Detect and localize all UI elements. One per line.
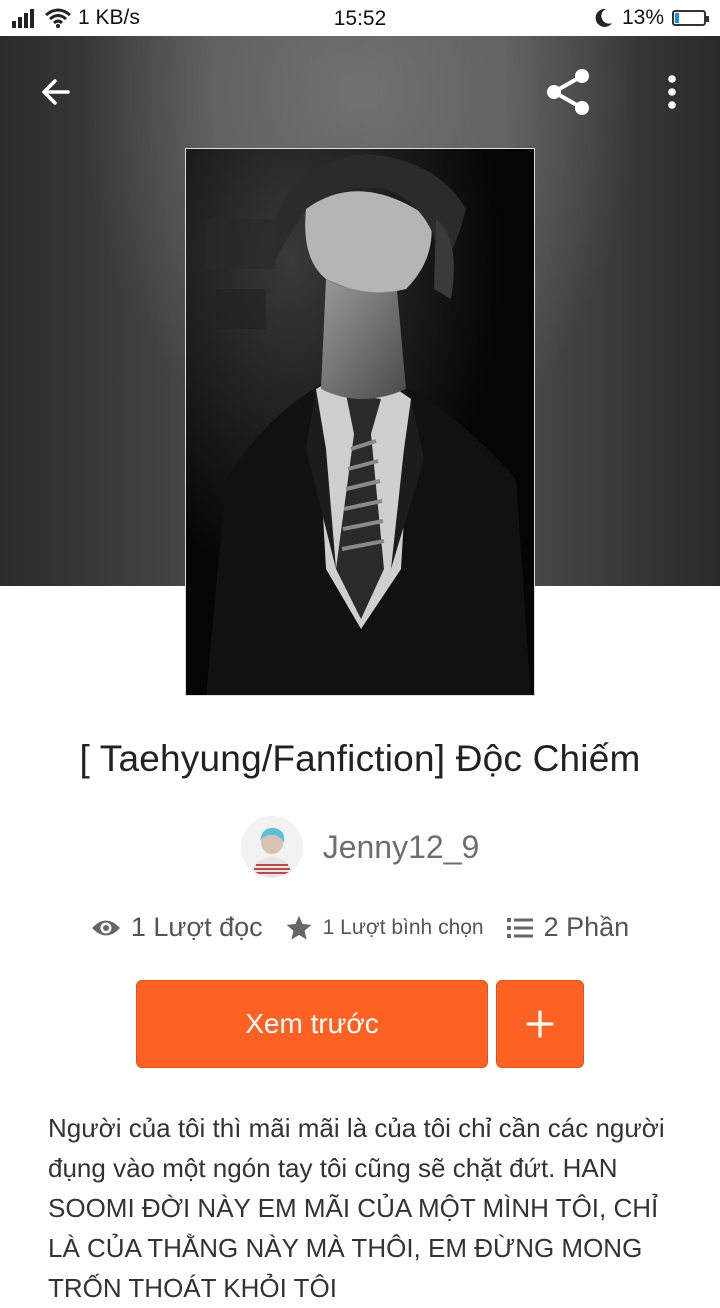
reads-count: 1 Lượt đọc: [130, 912, 263, 942]
eye-icon: [91, 920, 120, 935]
preview-button-label: Xem trước: [245, 1008, 379, 1039]
story-title: [ Taehyung/Fanfiction] Độc Chiếm: [79, 738, 641, 779]
list-icon: [506, 917, 533, 938]
story-cover-image[interactable]: [185, 148, 535, 696]
more-vertical-icon: [668, 75, 676, 109]
add-to-library-button[interactable]: [496, 980, 584, 1068]
plus-icon: [526, 1010, 554, 1038]
more-options-button[interactable]: [644, 64, 700, 120]
battery-icon: [672, 10, 709, 26]
moon-icon: [595, 8, 612, 27]
status-right: 13%: [592, 6, 709, 30]
story-description: Người của tôi thì mãi mãi là của tôi chỉ…: [48, 1113, 665, 1303]
battery-fill: [675, 13, 679, 23]
votes-stat: 1 Lượt bình chọn: [285, 914, 484, 942]
back-button[interactable]: [28, 64, 84, 120]
star-icon: [286, 915, 312, 940]
preview-button[interactable]: Xem trước: [136, 980, 488, 1068]
status-bar: 1 KB/s 15:52 13%: [0, 0, 720, 36]
share-icon: [547, 69, 589, 115]
reads-stat: 1 Lượt đọc: [91, 912, 263, 943]
author-avatar-image: [241, 817, 302, 877]
parts-count: 2 Phần: [543, 912, 630, 942]
story-stats: 1 Lượt đọc 1 Lượt bình chọn 2 Phần: [0, 912, 720, 943]
avatar[interactable]: [240, 816, 303, 878]
battery-percent: 13%: [621, 6, 664, 29]
author-name[interactable]: Jenny12_9: [323, 829, 480, 866]
author-row[interactable]: Jenny12_9: [0, 816, 720, 878]
cover-artwork: [186, 149, 534, 695]
share-button[interactable]: [540, 64, 596, 120]
parts-stat: 2 Phần: [506, 912, 630, 943]
arrow-left-icon: [42, 79, 70, 105]
votes-count: 1 Lượt bình chọn: [322, 915, 484, 939]
